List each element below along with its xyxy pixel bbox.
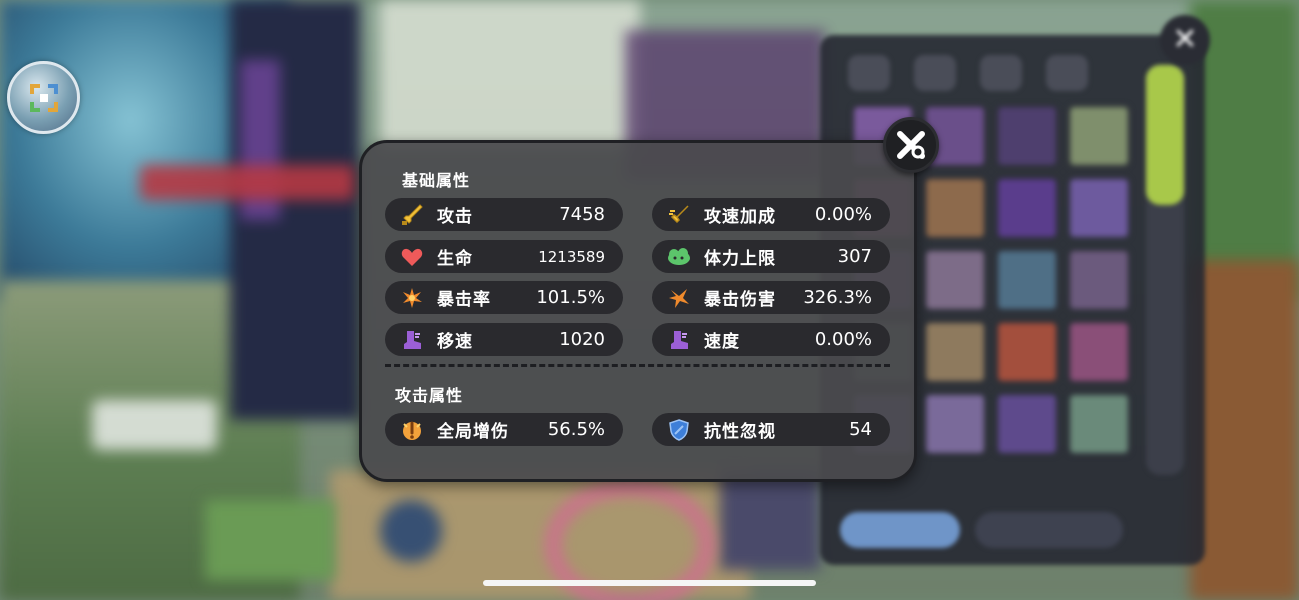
map-icon	[30, 84, 58, 112]
inventory-slot[interactable]	[1068, 249, 1130, 311]
home-indicator[interactable]	[483, 580, 816, 586]
inventory-tab[interactable]	[914, 55, 956, 91]
stat-label: 抗性忽视	[704, 422, 776, 442]
inventory-slot[interactable]	[924, 321, 986, 383]
basic-attributes-title: 基础属性	[402, 171, 471, 190]
inventory-slot[interactable]	[996, 249, 1058, 311]
stat-value: 326.3%	[803, 287, 872, 308]
stat-label: 生命	[437, 249, 473, 269]
stat-label: 暴击伤害	[704, 290, 776, 310]
stat-row-move-speed: 移速 1020	[385, 323, 623, 356]
boot-speed-icon	[666, 327, 692, 353]
stat-label: 全局增伤	[437, 422, 509, 442]
sword-icon	[399, 202, 425, 228]
inventory-slot[interactable]	[996, 393, 1058, 455]
damage-boost-icon	[399, 417, 425, 443]
stat-label: 速度	[704, 332, 740, 352]
stamina-cloud-icon	[666, 244, 692, 270]
heart-icon	[399, 244, 425, 270]
shield-icon	[666, 417, 692, 443]
stat-row-attack: 攻击 7458	[385, 198, 623, 231]
stat-row-stamina: 体力上限 307	[652, 240, 890, 273]
stat-value: 56.5%	[547, 419, 605, 440]
stat-row-speed: 速度 0.00%	[652, 323, 890, 356]
stat-label: 移速	[437, 332, 473, 352]
attack-attributes-title: 攻击属性	[395, 386, 464, 405]
inventory-tabs	[848, 55, 1088, 91]
stat-value: 0.00%	[814, 329, 872, 350]
close-icon	[897, 131, 925, 159]
inventory-slot[interactable]	[996, 105, 1058, 167]
section-divider	[385, 364, 890, 367]
inventory-slot[interactable]	[924, 249, 986, 311]
stat-label: 攻击	[437, 207, 473, 227]
close-button[interactable]	[883, 117, 939, 173]
inventory-action-button[interactable]	[840, 512, 960, 548]
stat-value: 54	[849, 419, 872, 440]
inventory-slot[interactable]	[996, 177, 1058, 239]
stat-value: 1020	[559, 329, 605, 350]
stat-value: 1213589	[538, 247, 605, 266]
stat-value: 101.5%	[536, 287, 605, 308]
stat-value: 0.00%	[814, 204, 872, 225]
stat-label: 暴击率	[437, 290, 491, 310]
inventory-slot[interactable]	[996, 321, 1058, 383]
attack-speed-sword-icon	[666, 202, 692, 228]
inventory-close-button[interactable]: ✕	[1160, 15, 1210, 65]
inventory-slot[interactable]	[924, 177, 986, 239]
inventory-tab[interactable]	[980, 55, 1022, 91]
stat-row-attack-speed: 攻速加成 0.00%	[652, 198, 890, 231]
boot-icon	[399, 327, 425, 353]
minimap-button[interactable]	[7, 61, 80, 134]
stat-row-global-damage: 全局增伤 56.5%	[385, 413, 623, 446]
stat-value: 7458	[559, 204, 605, 225]
stat-value: 307	[837, 246, 872, 267]
stat-row-crit-damage: 暴击伤害 326.3%	[652, 281, 890, 314]
inventory-tab[interactable]	[848, 55, 890, 91]
stat-label: 攻速加成	[704, 207, 776, 227]
crit-burst-icon	[399, 285, 425, 311]
stat-label: 体力上限	[704, 249, 776, 269]
inventory-slot[interactable]	[1068, 321, 1130, 383]
stat-row-resist-ignore: 抗性忽视 54	[652, 413, 890, 446]
inventory-secondary-button[interactable]	[975, 512, 1123, 548]
stat-row-crit-rate: 暴击率 101.5%	[385, 281, 623, 314]
inventory-slot[interactable]	[924, 393, 986, 455]
inventory-slot[interactable]	[1068, 105, 1130, 167]
inventory-tab[interactable]	[1046, 55, 1088, 91]
stat-row-health: 生命 1213589	[385, 240, 623, 273]
inventory-slot[interactable]	[1068, 393, 1130, 455]
crit-damage-icon	[666, 285, 692, 311]
inventory-scroll-thumb[interactable]	[1146, 65, 1184, 205]
inventory-slot[interactable]	[1068, 177, 1130, 239]
